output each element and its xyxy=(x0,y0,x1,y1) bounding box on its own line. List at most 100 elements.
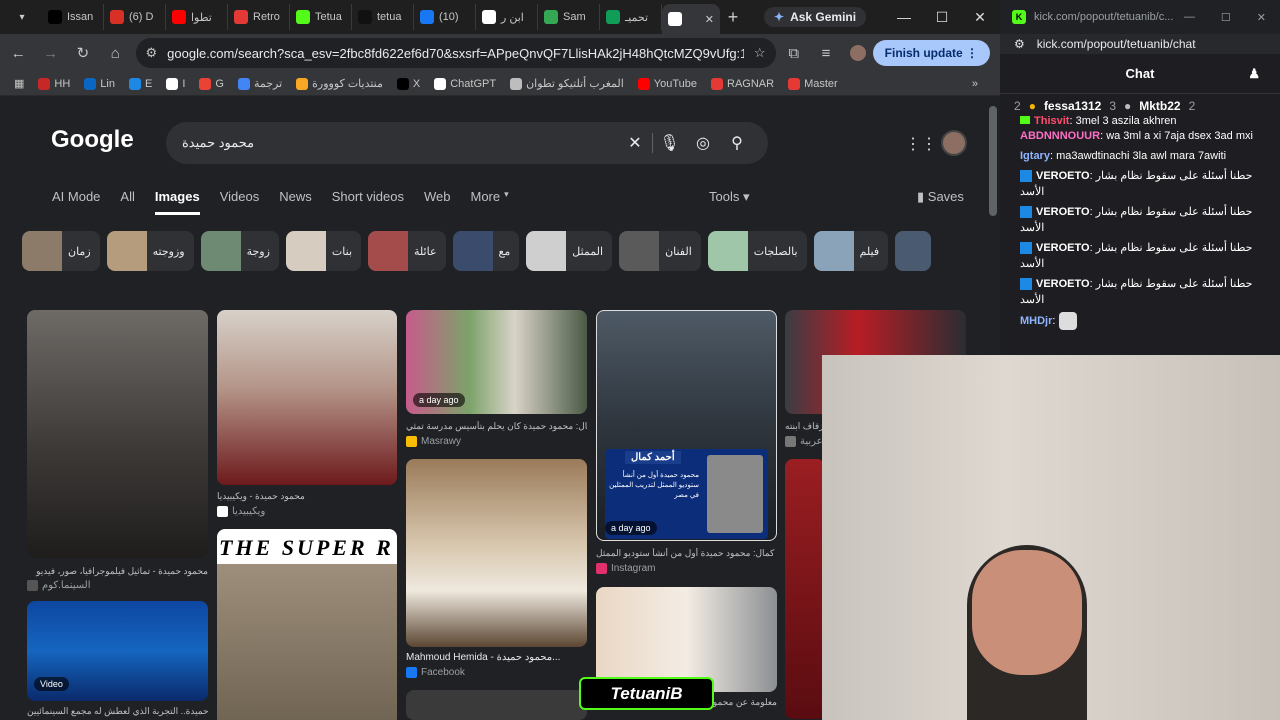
bookmark-item[interactable]: ChatGPT xyxy=(434,77,496,90)
tab-more[interactable]: More xyxy=(470,189,500,215)
reload-button[interactable]: ↻ xyxy=(69,38,97,68)
close-tab-icon[interactable]: ✕ xyxy=(705,13,714,26)
mic-icon[interactable]: 🎙 xyxy=(652,133,686,153)
chat-username[interactable]: VEROETO xyxy=(1036,206,1090,218)
chat-username[interactable]: VEROETO xyxy=(1036,242,1090,254)
result-7-caption[interactable]: محمود حميدة.. التجربة الذي لعطش له مجمع … xyxy=(27,706,208,717)
bookmark-item[interactable]: منتديات كووورة xyxy=(296,77,383,90)
bookmark-item[interactable]: I xyxy=(166,77,185,90)
result-6-source[interactable]: Facebook xyxy=(406,667,465,678)
result-5-caption[interactable]: زفاف ابنته xyxy=(785,421,822,432)
saves-button[interactable]: ▮ Saves xyxy=(917,189,964,205)
apps-grid-icon[interactable]: ▦ xyxy=(14,77,24,90)
browser-tab[interactable]: ✕ xyxy=(662,4,720,34)
bookmark-item[interactable]: YouTube xyxy=(637,77,697,90)
refinement-chip[interactable] xyxy=(895,231,932,271)
image-result-10[interactable] xyxy=(785,459,825,719)
back-button[interactable]: ← xyxy=(4,38,32,68)
chat-username[interactable]: ABDNNNOUUR xyxy=(1020,130,1100,142)
browser-tab[interactable]: Retro xyxy=(228,4,290,30)
result-1-source[interactable]: السينما.كوم xyxy=(27,580,91,591)
minimize-button[interactable]: — xyxy=(885,0,923,34)
search-box[interactable]: محمود حميدة ✕ 🎙 ◎ ⚲ xyxy=(166,122,768,164)
result-3-source[interactable]: Masrawy xyxy=(406,436,461,447)
tab-search-button[interactable]: ▾ xyxy=(8,5,36,29)
bookmark-item[interactable]: Lin xyxy=(84,77,115,90)
result-5-source[interactable]: عربية xyxy=(785,436,823,447)
refinement-chip[interactable]: بالصلجات xyxy=(707,231,807,271)
chat-username[interactable]: Thisvit xyxy=(1034,115,1069,127)
ask-gemini-button[interactable]: ✦ Ask Gemini xyxy=(764,7,867,27)
forward-button[interactable]: → xyxy=(36,38,64,68)
refinement-chip[interactable]: فيلم xyxy=(813,231,889,271)
image-result-6[interactable] xyxy=(406,459,587,647)
result-3-caption[interactable]: أحمد كمال: محمود حميدة كان يحلم بتأسيس م… xyxy=(406,421,587,432)
site-info-icon[interactable]: ⚙ xyxy=(146,45,158,61)
result-2-caption[interactable]: محمود حميدة - ويكيبيديا xyxy=(217,491,397,502)
bookmark-item[interactable]: ترجمة xyxy=(237,77,282,90)
browser-tab[interactable]: ابن ر xyxy=(476,4,538,30)
site-settings-icon[interactable]: ⚙ xyxy=(1014,37,1025,51)
tab-images[interactable]: Images xyxy=(154,189,200,215)
tab-short-videos[interactable]: Short videos xyxy=(332,189,404,215)
clear-icon[interactable]: ✕ xyxy=(618,133,652,153)
browser-tab[interactable]: (6) D xyxy=(104,4,166,30)
new-tab-button[interactable]: + xyxy=(720,7,746,28)
close-window-button[interactable]: ✕ xyxy=(961,0,999,34)
maximize-button[interactable]: ☐ xyxy=(1221,11,1231,24)
bookmark-item[interactable]: المغرب أتلتيكو تطوان xyxy=(510,77,624,90)
home-button[interactable]: ⌂ xyxy=(101,38,129,68)
more-bookmarks-icon[interactable]: » xyxy=(972,78,978,90)
bookmark-item[interactable]: G xyxy=(199,77,224,90)
tab-videos[interactable]: Videos xyxy=(220,189,260,215)
maximize-button[interactable]: ☐ xyxy=(923,0,961,34)
image-result-9[interactable] xyxy=(406,690,587,720)
profile-avatar[interactable] xyxy=(844,38,872,68)
browser-tab[interactable]: tetua xyxy=(352,4,414,30)
image-result-2[interactable] xyxy=(217,310,397,485)
address-bar[interactable]: ⚙ google.com/search?sca_esv=2fbc8fd622ef… xyxy=(135,38,776,68)
refinement-chip[interactable]: بنات xyxy=(285,231,362,271)
finish-update-button[interactable]: Finish update ⋮ xyxy=(872,40,990,66)
chat-username[interactable]: VEROETO xyxy=(1036,278,1090,290)
bookmark-star-icon[interactable]: ☆ xyxy=(754,45,766,61)
result-4-source[interactable]: Instagram xyxy=(596,563,655,574)
result-6-caption[interactable]: Mahmoud Hemida - محمود حميدة... xyxy=(406,652,587,663)
tools-button[interactable]: Tools ▾ xyxy=(709,189,750,205)
page-scrollbar[interactable] xyxy=(989,106,997,216)
google-logo[interactable]: Google xyxy=(51,126,134,154)
refinement-chip[interactable]: عائلة xyxy=(368,231,446,271)
tab-web[interactable]: Web xyxy=(424,189,451,215)
chat-username[interactable]: VEROETO xyxy=(1036,170,1090,182)
browser-tab[interactable]: Sam xyxy=(538,4,600,30)
minimize-button[interactable]: — xyxy=(1184,11,1195,23)
tab-news[interactable]: News xyxy=(279,189,312,215)
search-input[interactable]: محمود حميدة xyxy=(180,135,618,151)
chat-username[interactable]: MHDjr xyxy=(1020,315,1052,327)
image-result-banner[interactable]: THE SUPER R xyxy=(217,529,397,720)
bookmark-item[interactable]: Master xyxy=(788,77,838,90)
refinement-chip[interactable]: مع xyxy=(452,231,520,271)
result-1-caption[interactable]: محمود حميدة - تماثيل فيلموجرافيا، صور، ف… xyxy=(27,566,208,577)
refinement-chip[interactable]: وزوجته xyxy=(106,231,194,271)
bookmark-item[interactable]: RAGNAR xyxy=(711,77,774,90)
refinement-chip[interactable]: زوجة xyxy=(200,231,279,271)
close-button[interactable]: ✕ xyxy=(1257,11,1266,24)
browser-tab[interactable]: Tetua xyxy=(290,4,352,30)
refinement-chip[interactable]: زمان xyxy=(22,231,100,271)
refinement-chip[interactable]: الفنان xyxy=(619,231,701,271)
chat-username[interactable]: Igtary xyxy=(1020,150,1050,162)
result-4-caption[interactable]: أحمد كمال: محمود حميدة أول من أنشأ ستودي… xyxy=(596,548,777,559)
leader-name[interactable]: fessa1312 xyxy=(1044,99,1101,113)
search-icon[interactable]: ⚲ xyxy=(720,133,754,153)
lens-icon[interactable]: ◎ xyxy=(686,133,720,153)
tab-all[interactable]: All xyxy=(120,189,134,215)
browser-tab[interactable]: تطوا xyxy=(166,4,228,30)
image-result-1[interactable] xyxy=(27,310,208,558)
browser-tab[interactable]: Issan xyxy=(42,4,104,30)
result-2-source[interactable]: ويكيبيديا xyxy=(217,506,265,517)
users-icon[interactable]: ♟ xyxy=(1248,66,1260,82)
browser-tab[interactable]: (10) xyxy=(414,4,476,30)
browser-tab[interactable]: تحميـ xyxy=(600,4,662,30)
bookmark-item[interactable]: HH xyxy=(38,77,70,90)
